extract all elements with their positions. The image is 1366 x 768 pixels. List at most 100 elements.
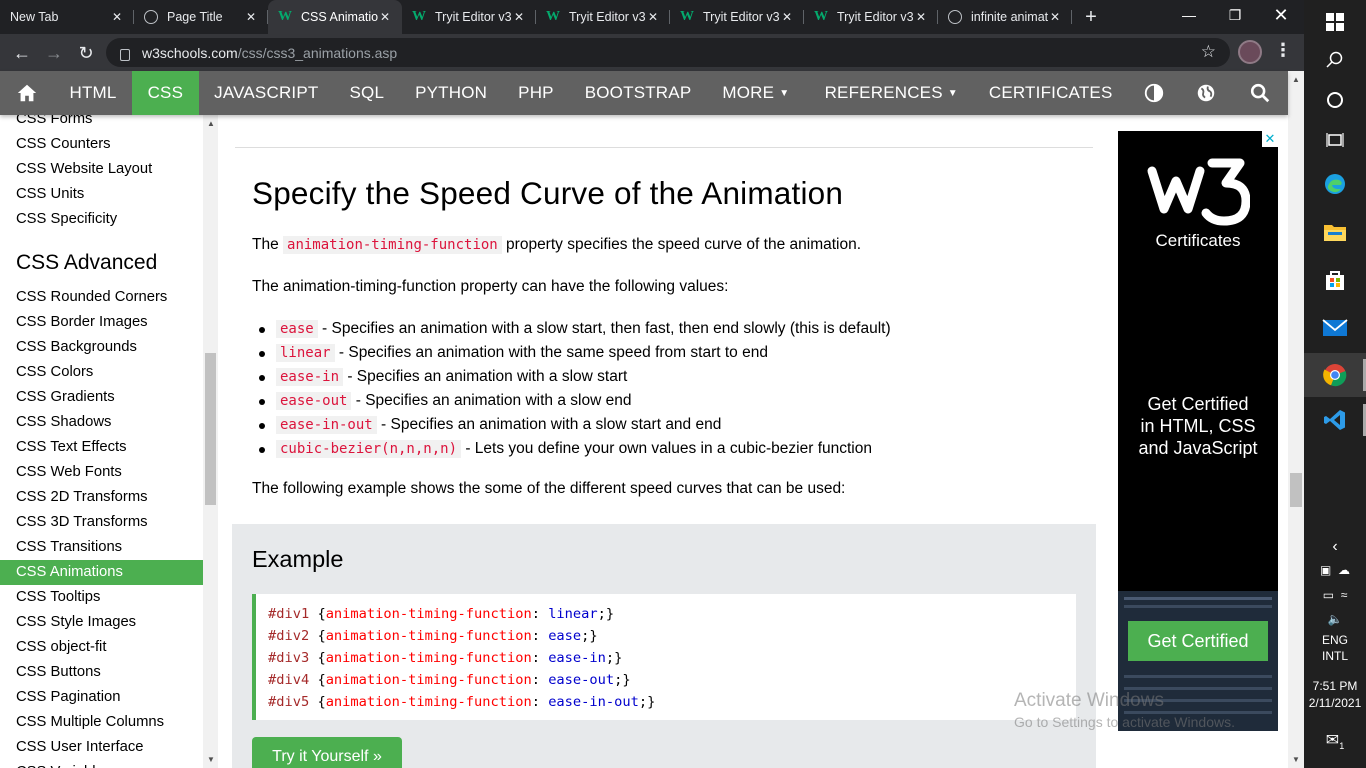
search-button[interactable]	[1232, 71, 1288, 115]
tab-close-icon[interactable]: ✕	[244, 10, 258, 24]
ad-close-icon[interactable]: ✕	[1262, 131, 1278, 147]
nav-item-php[interactable]: PHP	[503, 71, 570, 115]
sidebar-item-css-website-layout[interactable]: CSS Website Layout	[0, 157, 203, 182]
onedrive-cloud-icon[interactable]: ☁	[1338, 563, 1350, 577]
sidebar-scroll-thumb[interactable]	[205, 353, 216, 505]
sidebar-item-css-backgrounds[interactable]: CSS Backgrounds	[0, 335, 203, 360]
certificates-link[interactable]: CERTIFICATES	[973, 71, 1128, 115]
sidebar-item-css-2d-transforms[interactable]: CSS 2D Transforms	[0, 485, 203, 510]
sidebar-item-css-web-fonts[interactable]: CSS Web Fonts	[0, 460, 203, 485]
bookmark-star-icon[interactable]: ☆	[1201, 42, 1216, 62]
profile-avatar[interactable]	[1238, 40, 1262, 64]
browser-tab[interactable]: Page Title ✕	[134, 0, 268, 34]
tab-close-icon[interactable]: ✕	[914, 10, 928, 24]
browser-tab[interactable]: W Tryit Editor v3.6✕	[804, 0, 938, 34]
sidebar-item-css-transitions[interactable]: CSS Transitions	[0, 535, 203, 560]
reload-icon[interactable]: ↻	[72, 40, 100, 66]
sidebar-item-css-style-images[interactable]: CSS Style Images	[0, 610, 203, 635]
browser-tab[interactable]: W Tryit Editor v3.6✕	[670, 0, 804, 34]
language-button[interactable]	[1180, 71, 1232, 115]
clock[interactable]: 7:51 PM 2/11/2021	[1304, 679, 1366, 710]
sidebar-item-css-colors[interactable]: CSS Colors	[0, 360, 203, 385]
ad-get-certified-button[interactable]: Get Certified	[1128, 621, 1268, 661]
sidebar-item-css-forms[interactable]: CSS Forms	[0, 115, 203, 132]
sidebar-item-css-animations[interactable]: CSS Animations	[0, 560, 203, 585]
wifi-icon[interactable]: ≈	[1341, 588, 1348, 602]
references-menu[interactable]: REFERENCES ▼	[809, 71, 973, 115]
tab-close-icon[interactable]: ✕	[110, 10, 124, 24]
tab-close-icon[interactable]: ✕	[646, 10, 660, 24]
taskbar-search-button[interactable]	[1304, 38, 1366, 82]
volume-icon[interactable]: 🔈	[1304, 612, 1366, 626]
url-field[interactable]: w3schools.com/css/css3_animations.asp ☆	[106, 38, 1230, 67]
sidebar-item-css-rounded-corners[interactable]: CSS Rounded Corners	[0, 285, 203, 310]
new-tab-button[interactable]: +	[1076, 0, 1106, 34]
sidebar-item-css-user-interface[interactable]: CSS User Interface	[0, 735, 203, 760]
page-scrollbar[interactable]: ▲ ▼	[1288, 71, 1304, 768]
back-icon[interactable]: ←	[8, 40, 36, 66]
sidebar-item-css-units[interactable]: CSS Units	[0, 182, 203, 207]
minimize-button[interactable]: —	[1166, 0, 1212, 30]
sidebar-item-css-object-fit[interactable]: CSS object-fit	[0, 635, 203, 660]
language-indicator[interactable]: ENG INTL	[1304, 633, 1366, 663]
battery-icon[interactable]: ▭	[1323, 588, 1334, 602]
forward-icon[interactable]: →	[40, 40, 68, 66]
close-window-button[interactable]: ✕	[1258, 0, 1304, 30]
sidebar-item-css-tooltips[interactable]: CSS Tooltips	[0, 585, 203, 610]
task-view-button[interactable]	[1304, 118, 1366, 162]
tab-close-icon[interactable]: ✕	[1048, 10, 1062, 24]
browser-tab[interactable]: W Tryit Editor v3.6✕	[536, 0, 670, 34]
sidebar-item-css-text-effects[interactable]: CSS Text Effects	[0, 435, 203, 460]
sidebar-item-css-border-images[interactable]: CSS Border Images	[0, 310, 203, 335]
values-intro: The animation-timing-function property c…	[252, 278, 729, 295]
sidebar-item-css-specificity[interactable]: CSS Specificity	[0, 207, 203, 232]
folder-icon	[1324, 225, 1346, 241]
sidebar-item-css-variables[interactable]: CSS Variables	[0, 760, 203, 768]
tab-close-icon[interactable]: ✕	[780, 10, 794, 24]
tab-close-icon[interactable]: ✕	[512, 10, 526, 24]
nav-item-more[interactable]: MORE ▼	[707, 71, 805, 115]
try-it-yourself-button[interactable]: Try it Yourself »	[252, 737, 402, 768]
meet-now-icon[interactable]: ▣	[1320, 563, 1331, 577]
divider	[235, 147, 1093, 148]
scroll-up-icon[interactable]: ▲	[1292, 75, 1300, 84]
mail-button[interactable]	[1304, 306, 1366, 350]
sidebar-item-css-shadows[interactable]: CSS Shadows	[0, 410, 203, 435]
page-scroll-thumb[interactable]	[1290, 473, 1302, 507]
certificates-ad[interactable]: ✕ Certificates Get Certified in HTML, CS…	[1118, 131, 1278, 731]
restore-button[interactable]: ❐	[1212, 0, 1258, 30]
sidebar-scrollbar[interactable]: ▲ ▼	[203, 115, 218, 768]
browser-tab[interactable]: infinite animation✕	[938, 0, 1072, 34]
file-explorer-button[interactable]	[1304, 210, 1366, 254]
cortana-button[interactable]	[1304, 78, 1366, 122]
nav-item-python[interactable]: PYTHON	[400, 71, 503, 115]
theme-toggle-button[interactable]	[1128, 71, 1180, 115]
sidebar-item-css-pagination[interactable]: CSS Pagination	[0, 685, 203, 710]
nav-item-css[interactable]: CSS	[132, 71, 199, 115]
scroll-down-icon[interactable]: ▼	[1292, 755, 1300, 764]
sidebar-item-css-counters[interactable]: CSS Counters	[0, 132, 203, 157]
chrome-menu-icon[interactable]: ⋮	[1274, 40, 1292, 61]
browser-tab[interactable]: W CSS Animations✕	[268, 0, 402, 34]
scroll-down-icon[interactable]: ▼	[207, 755, 215, 764]
sidebar-item-css-gradients[interactable]: CSS Gradients	[0, 385, 203, 410]
store-button[interactable]	[1304, 258, 1366, 302]
edge-button[interactable]	[1304, 162, 1366, 206]
sidebar-item-css-buttons[interactable]: CSS Buttons	[0, 660, 203, 685]
nav-item-bootstrap[interactable]: BOOTSTRAP	[569, 71, 707, 115]
action-center-button[interactable]: ✉1	[1304, 730, 1366, 751]
chrome-taskbar-button[interactable]	[1304, 353, 1366, 397]
list-item: ease-in-out - Specifies an animation wit…	[252, 413, 891, 437]
nav-item-sql[interactable]: SQL	[334, 71, 400, 115]
scroll-up-icon[interactable]: ▲	[207, 119, 215, 128]
home-button[interactable]	[0, 71, 54, 115]
tab-close-icon[interactable]: ✕	[378, 10, 392, 24]
browser-tab[interactable]: New Tab ✕	[0, 0, 134, 34]
browser-tab[interactable]: W Tryit Editor v3.6✕	[402, 0, 536, 34]
vscode-button[interactable]	[1304, 398, 1366, 442]
nav-item-html[interactable]: HTML	[54, 71, 132, 115]
nav-item-javascript[interactable]: JAVASCRIPT	[199, 71, 334, 115]
sidebar-item-css-3d-transforms[interactable]: CSS 3D Transforms	[0, 510, 203, 535]
show-hidden-icons-chevron-icon[interactable]: ‹	[1304, 538, 1366, 556]
sidebar-item-css-multiple-columns[interactable]: CSS Multiple Columns	[0, 710, 203, 735]
